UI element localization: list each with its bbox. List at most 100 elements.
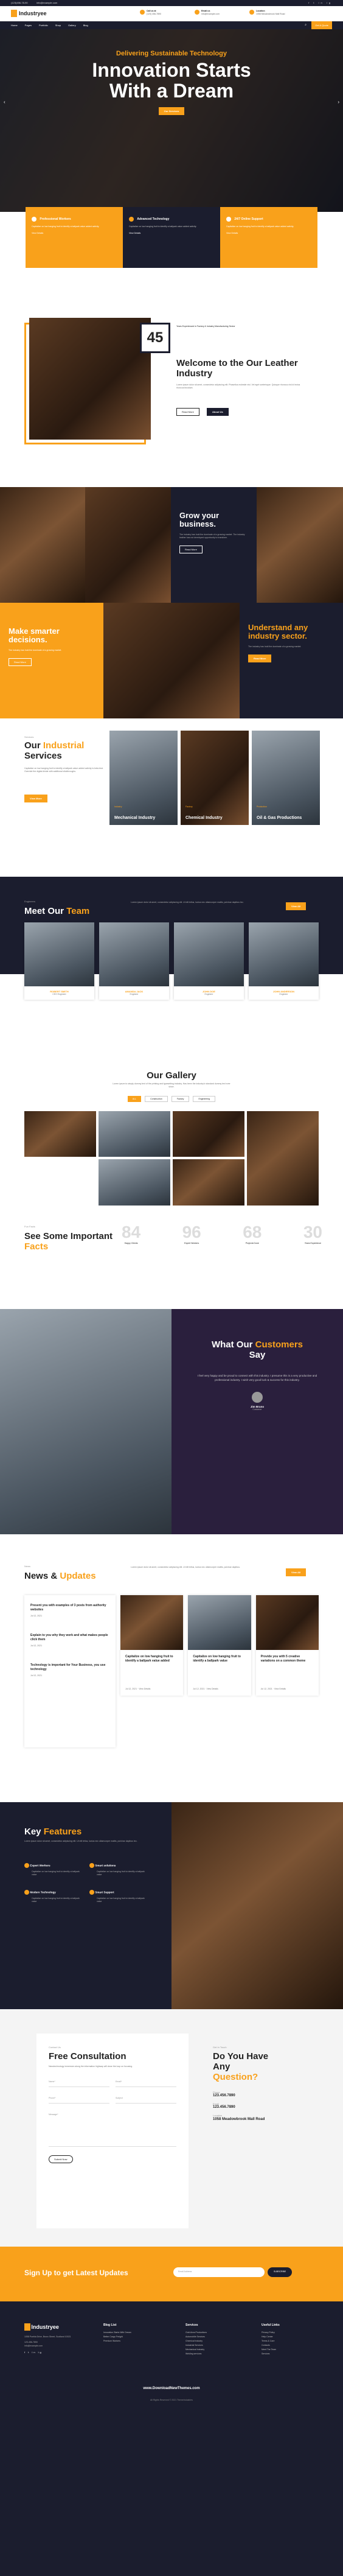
footer-link[interactable]: Meet The Team — [262, 2348, 322, 2352]
submit-button[interactable]: Submit Now — [49, 2155, 73, 2163]
footer-link[interactable]: Services — [262, 2352, 322, 2356]
feature-box[interactable]: Advanced Technology Capitalize on low ha… — [123, 207, 220, 268]
hero-title-line1: Innovation Starts — [92, 59, 251, 81]
split-read-more-button[interactable]: Read More — [179, 546, 203, 553]
gallery-image[interactable] — [173, 1159, 244, 1206]
nav-items: Home Pages Portfolio Shop Gallery Blog — [11, 24, 88, 27]
phone-field[interactable]: Phone* — [49, 2093, 109, 2104]
team-card[interactable]: JOHN ANDERSON Engineer — [249, 922, 319, 1000]
feature-boxes: Professional Workers Capitalize on low h… — [26, 207, 317, 268]
hero: ‹ › Delivering Sustainable Technology In… — [0, 29, 343, 212]
support-icon — [226, 217, 231, 222]
service-card[interactable]: Industry Mechanical Industry — [109, 731, 178, 825]
team-card[interactable]: AMANDA JACK Engineer — [99, 922, 169, 1000]
news-card[interactable]: Provide you with 5 creative variations o… — [255, 1595, 319, 1696]
stat-item: 84 Happy Clients — [122, 1223, 141, 1244]
feature-box[interactable]: Professional Workers Capitalize on low h… — [26, 207, 123, 268]
gallery-image[interactable] — [99, 1111, 170, 1157]
footer-service-link[interactable]: Automobile Services — [185, 2335, 252, 2339]
nav-item-blog[interactable]: Blog — [83, 24, 88, 27]
email-field[interactable]: Email* — [116, 2077, 176, 2087]
filter-construction[interactable]: Construction — [145, 1096, 168, 1102]
service-card[interactable]: Factory Chemical Industry — [181, 731, 249, 825]
news-list-item[interactable]: Explain to you why they work and what ma… — [30, 1634, 109, 1648]
footer-link[interactable]: Privacy Policy — [262, 2331, 322, 2335]
footer-blog-link[interactable]: Premium Workers — [103, 2339, 164, 2343]
stats-section: Fun Facts See Some Important Facts 84 Hap… — [0, 1212, 343, 1272]
footer-service-link[interactable]: Mechanical Industry — [185, 2348, 252, 2352]
feature-link[interactable]: View Details — [129, 232, 214, 234]
signup-email-input[interactable]: Email Address — [173, 2267, 265, 2277]
team-card[interactable]: JOHN DOE Engineer — [174, 922, 244, 1000]
feature-link[interactable]: View Details — [226, 232, 311, 234]
filter-engineering[interactable]: Engineering — [193, 1096, 216, 1102]
split-read-more-button[interactable]: Read More — [9, 658, 32, 666]
hero-kicker: Delivering Sustainable Technology — [116, 50, 227, 57]
news-list-item[interactable]: Present you with examples of 3 posts fro… — [30, 1604, 109, 1618]
news-title: News & Updates — [24, 1571, 96, 1581]
filter-all[interactable]: ALL — [127, 1096, 142, 1102]
nav-item-shop[interactable]: Shop — [55, 24, 61, 27]
news-view-all-button[interactable]: View All — [286, 1568, 307, 1576]
nav-item-gallery[interactable]: Gallery — [68, 24, 76, 27]
header-call[interactable]: Call us at (123) 456-7890 — [140, 10, 161, 15]
leather-image — [85, 487, 171, 603]
services-kicker: Services — [24, 735, 34, 739]
footer-link[interactable]: Help Center — [262, 2335, 322, 2339]
footer-social-icons[interactable]: f t in ig — [24, 2351, 79, 2354]
name-field[interactable]: Name* — [49, 2077, 109, 2087]
testimonial-title: What Our Customers Say — [211, 1339, 303, 1360]
topbar-phone[interactable]: (123)456-78-90 — [11, 1, 28, 4]
read-more-button[interactable]: Read More — [176, 408, 199, 416]
footer-link[interactable]: Contacts — [262, 2343, 322, 2348]
testimonial-section: What Our Customers Say I feel very happy … — [0, 1309, 343, 1534]
team-text: Lorem ipsum dolor sit amet, consectetur … — [131, 901, 244, 904]
subject-field[interactable]: Subject — [116, 2093, 176, 2104]
footer-credit[interactable]: www.DownloadNewThemes.com — [0, 2387, 343, 2390]
footer-service-link[interactable]: Industrial Services — [185, 2343, 252, 2348]
topbar-social-icons[interactable]: f t in ig — [308, 1, 332, 4]
nav-item-portfolio[interactable]: Portfolio — [39, 24, 48, 27]
footer-links: Useful Links Privacy Policy Help Center Te… — [262, 2323, 322, 2356]
footer-service-link[interactable]: Gold Area Productions — [185, 2331, 252, 2335]
message-field[interactable]: Message* — [49, 2110, 176, 2147]
news-list-item[interactable]: Technology is important for Your Busines… — [30, 1663, 109, 1677]
topbar-email[interactable]: info@example.com — [36, 1, 57, 4]
footer-link[interactable]: Terms & Care — [262, 2339, 322, 2343]
gallery-image[interactable] — [173, 1111, 244, 1157]
feature-box[interactable]: 24/7 Online Support Capitalize on low ha… — [220, 207, 317, 268]
header-mail[interactable]: Email us info@example.com — [195, 10, 220, 15]
contact-form: Contact Us Free Consultation Nanotechnol… — [36, 2034, 189, 2228]
about-text: Lorem ipsum dolor sit amet, consectetur … — [176, 384, 300, 389]
hero-services-button[interactable]: Our Services — [158, 107, 185, 115]
logo-text[interactable]: Industryee — [19, 10, 47, 16]
team-card[interactable]: ROBERT SMITH CEO Engineer — [24, 922, 94, 1000]
footer-service-link[interactable]: Welding services — [185, 2352, 252, 2356]
service-card[interactable]: Production Oil & Gas Productions — [252, 731, 320, 825]
search-icon[interactable]: ⌕ — [305, 23, 307, 27]
nav-item-pages[interactable]: Pages — [25, 24, 32, 27]
subscribe-button[interactable]: SUBSCRIBE — [268, 2267, 293, 2277]
feature-link[interactable]: View Details — [32, 232, 117, 234]
phone-icon — [140, 10, 145, 15]
services-view-more-button[interactable]: View More — [24, 795, 47, 802]
key-feature-grid: Expert Workers Capitalize on low hanging … — [24, 1863, 146, 1903]
gallery-image[interactable] — [24, 1111, 96, 1157]
quote-button[interactable]: Get A Quote — [311, 21, 332, 29]
split-read-more-button[interactable]: Read More — [248, 655, 272, 662]
about-us-button[interactable]: About Us — [207, 408, 229, 416]
location-icon — [249, 10, 254, 15]
filter-factory[interactable]: Factory — [171, 1096, 190, 1102]
team-view-all-button[interactable]: View All — [286, 902, 307, 910]
gallery-image[interactable] — [99, 1159, 170, 1206]
footer-blog-link[interactable]: Innovation Starts With Dream — [103, 2331, 164, 2335]
news-section: News News & Updates Lorem ipsum dolor si… — [0, 1559, 343, 1766]
gallery-image[interactable] — [247, 1111, 319, 1206]
footer-logo[interactable]: Industryee — [31, 2324, 59, 2330]
news-card[interactable]: Capitalize on low hanging fruit to ident… — [188, 1595, 251, 1696]
nav-item-home[interactable]: Home — [11, 24, 18, 27]
footer-blog-link[interactable]: Better Cargo Freight — [103, 2335, 164, 2339]
footer-service-link[interactable]: Chemical Industry — [185, 2339, 252, 2343]
news-card[interactable]: Capitalize on low hanging fruit to ident… — [120, 1595, 184, 1696]
header-location[interactable]: Location 1058 Meadowbrook Mall Road — [249, 10, 285, 15]
